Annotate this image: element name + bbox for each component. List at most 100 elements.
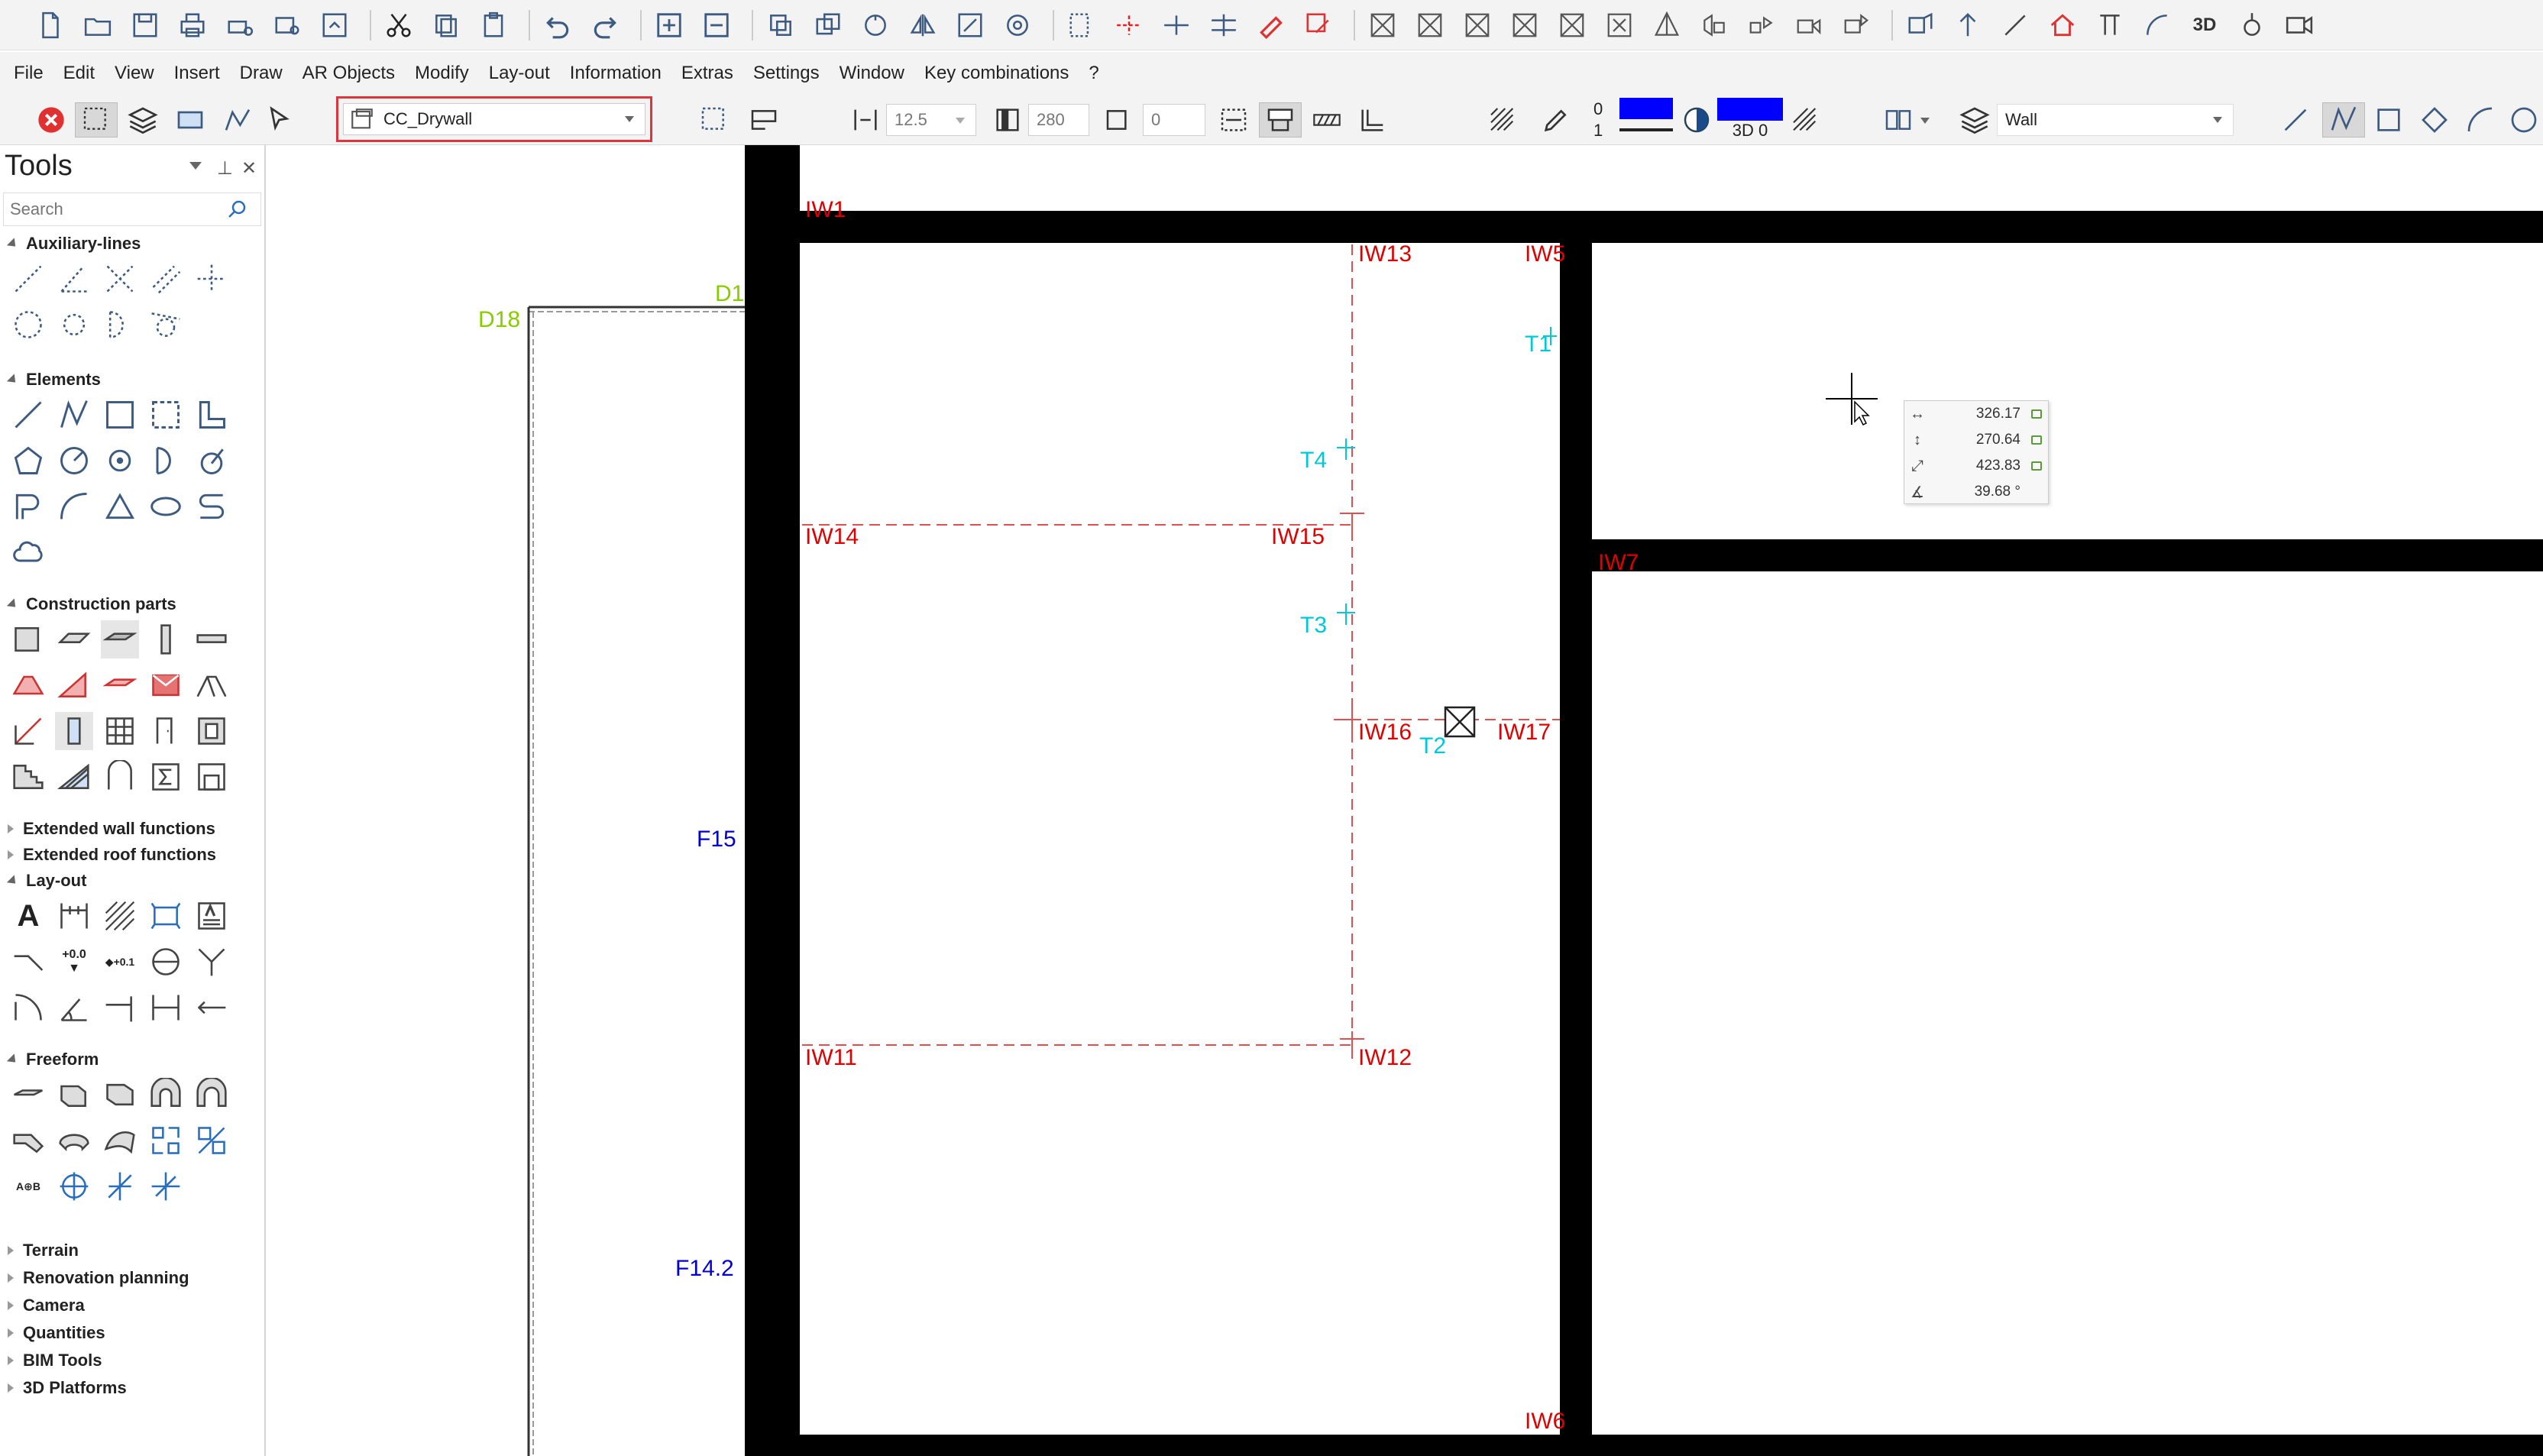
text-block-icon[interactable] — [193, 897, 231, 935]
hatch-icon[interactable] — [1309, 102, 1344, 138]
modify-icon[interactable] — [1299, 5, 1338, 45]
branch-icon[interactable] — [193, 943, 231, 981]
slab-icon[interactable] — [55, 620, 93, 658]
select-area-icon[interactable] — [697, 102, 732, 138]
arc-icon[interactable] — [147, 442, 185, 480]
label-f14-2[interactable]: F14.2 — [675, 1256, 734, 1282]
aux-arc-icon[interactable] — [101, 306, 139, 344]
view-box-6-icon[interactable] — [1600, 5, 1639, 45]
freeform-split-icon[interactable] — [147, 1121, 185, 1160]
roof-window-icon[interactable] — [193, 666, 231, 704]
category-quantities[interactable]: Quantities — [8, 1323, 105, 1343]
ramp-icon[interactable] — [55, 758, 93, 796]
circle-tool-icon[interactable] — [2509, 102, 2539, 138]
aux-circle-icon[interactable] — [9, 306, 47, 344]
plot-icon[interactable] — [220, 5, 260, 45]
fill-color-swatch[interactable]: 3D 0 — [1717, 98, 1783, 141]
label-d18[interactable]: D18 — [478, 307, 520, 333]
menu-insert[interactable]: Insert — [174, 63, 220, 84]
menu-layout[interactable]: Lay-out — [489, 63, 550, 84]
menu-window[interactable]: Window — [840, 63, 904, 84]
house-icon[interactable] — [2043, 5, 2082, 45]
3d-view-icon[interactable]: 3D — [2185, 5, 2224, 45]
line-tool-icon[interactable] — [2278, 102, 2313, 138]
category-3d-platforms[interactable]: 3D Platforms — [8, 1378, 127, 1398]
label-iw5[interactable]: IW5 — [1525, 241, 1565, 267]
arc-icon[interactable] — [2137, 5, 2177, 45]
open-folder-icon[interactable] — [78, 5, 118, 45]
circle-center-icon[interactable] — [101, 442, 139, 480]
freeform-mirror-icon[interactable] — [193, 1121, 231, 1160]
sum-icon[interactable] — [147, 758, 185, 796]
wall-top[interactable] — [800, 211, 2543, 243]
print-preview-icon[interactable] — [267, 5, 307, 45]
zoom-out-icon[interactable] — [697, 5, 736, 45]
label-iw16[interactable]: IW16 — [1358, 720, 1412, 746]
stair-edit-icon[interactable] — [9, 712, 47, 750]
rectangle-icon[interactable] — [173, 102, 208, 138]
label-iw12[interactable]: IW12 — [1358, 1045, 1412, 1071]
camera-front-icon[interactable] — [1836, 5, 1876, 45]
category-construction-parts[interactable]: Construction parts — [6, 594, 176, 614]
lamp-icon[interactable] — [2232, 5, 2272, 45]
offset-icon[interactable] — [1204, 5, 1244, 45]
label-iw14[interactable]: IW14 — [805, 524, 859, 550]
wall-exterior-left[interactable] — [745, 145, 800, 1456]
trim-icon[interactable] — [1109, 5, 1149, 45]
angle-dimension-icon[interactable] — [55, 988, 93, 1027]
window-icon[interactable] — [55, 712, 93, 750]
freeform-sweep-icon[interactable] — [193, 1076, 231, 1114]
label-d1[interactable]: D1 — [715, 281, 744, 307]
category-camera[interactable]: Camera — [8, 1296, 85, 1315]
material-icon[interactable] — [1485, 102, 1520, 138]
array-icon[interactable] — [998, 5, 1037, 45]
height-label-icon[interactable]: +0.0 ▼ — [55, 943, 93, 981]
wall-layout-icon[interactable] — [743, 102, 785, 138]
chain-dimension-icon[interactable] — [147, 988, 185, 1027]
aux-tangent-icon[interactable] — [147, 306, 185, 344]
color-mode-icon[interactable] — [1679, 102, 1714, 138]
aux-angle-icon[interactable] — [55, 260, 93, 298]
menu-key-combinations[interactable]: Key combinations — [924, 63, 1069, 84]
circle-icon[interactable] — [55, 442, 93, 480]
rectangle-icon[interactable] — [101, 396, 139, 434]
close-icon[interactable]: ✕ — [241, 157, 257, 180]
corner-icon[interactable] — [1355, 102, 1390, 138]
label-t2[interactable]: T2 — [1419, 733, 1446, 759]
menu-ar-objects[interactable]: AR Objects — [303, 63, 395, 84]
pen-color-swatch[interactable] — [1619, 98, 1673, 138]
door-icon[interactable] — [147, 712, 185, 750]
panels-icon[interactable] — [1881, 102, 1916, 138]
lock-icon[interactable] — [2031, 409, 2042, 419]
text-icon[interactable]: A — [9, 897, 47, 935]
aux-perpendicular-icon[interactable] — [193, 260, 231, 298]
pen-icon[interactable] — [1538, 102, 1574, 138]
label-iw13[interactable]: IW13 — [1358, 241, 1412, 267]
section-icon[interactable] — [1901, 5, 1940, 45]
wall-iw5[interactable] — [1560, 243, 1592, 1456]
copy-icon[interactable] — [426, 5, 466, 45]
curve-icon[interactable] — [55, 487, 93, 526]
roof-icon[interactable] — [9, 666, 47, 704]
freeform-rotate-icon[interactable] — [147, 1076, 185, 1114]
section-circle-icon[interactable] — [147, 943, 185, 981]
menu-extras[interactable]: Extras — [681, 63, 733, 84]
label-iw1[interactable]: IW1 — [805, 197, 846, 223]
freeform-move-icon[interactable] — [147, 1167, 185, 1205]
pointer-icon[interactable] — [263, 102, 298, 138]
label-t4[interactable]: T4 — [1300, 448, 1327, 474]
pyramid-icon[interactable] — [1647, 5, 1687, 45]
cloud-icon[interactable] — [9, 533, 47, 571]
layers-icon[interactable] — [125, 102, 160, 138]
view-box-5-icon[interactable] — [1552, 5, 1592, 45]
tooltip-angle[interactable]: 39.68 ° — [1930, 484, 2020, 500]
view-box-2-icon[interactable] — [1410, 5, 1450, 45]
niche-icon[interactable] — [193, 712, 231, 750]
category-auxiliary-lines[interactable]: Auxiliary-lines — [6, 234, 141, 254]
rectangle-tool-icon[interactable] — [2371, 102, 2406, 138]
lock-icon[interactable] — [2031, 435, 2042, 445]
wall-side-icon[interactable] — [1259, 102, 1302, 138]
tooltip-dx[interactable]: 326.17 — [1930, 406, 2020, 422]
roof-plane-icon[interactable] — [101, 666, 139, 704]
freeform-axis-icon[interactable] — [101, 1167, 139, 1205]
